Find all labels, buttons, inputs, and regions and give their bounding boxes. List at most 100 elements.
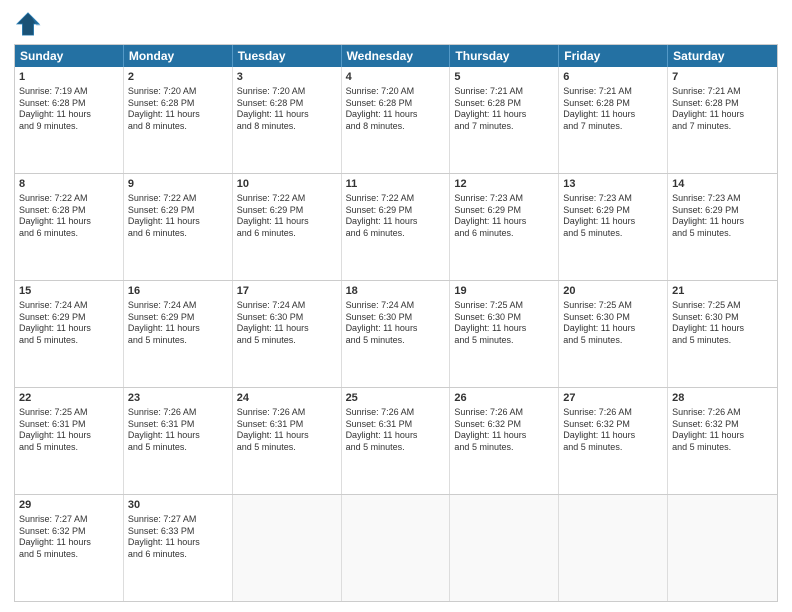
- calendar-cell-10: 10Sunrise: 7:22 AM Sunset: 6:29 PM Dayli…: [233, 174, 342, 280]
- header-day-saturday: Saturday: [668, 45, 777, 67]
- day-number: 22: [19, 391, 119, 406]
- day-number: 17: [237, 284, 337, 299]
- calendar-cell-19: 19Sunrise: 7:25 AM Sunset: 6:30 PM Dayli…: [450, 281, 559, 387]
- calendar-header: SundayMondayTuesdayWednesdayThursdayFrid…: [15, 45, 777, 67]
- calendar-cell-5: 5Sunrise: 7:21 AM Sunset: 6:28 PM Daylig…: [450, 67, 559, 173]
- day-info: Sunrise: 7:25 AM Sunset: 6:30 PM Dayligh…: [454, 300, 554, 347]
- day-number: 18: [346, 284, 446, 299]
- day-number: 24: [237, 391, 337, 406]
- calendar-cell-3: 3Sunrise: 7:20 AM Sunset: 6:28 PM Daylig…: [233, 67, 342, 173]
- calendar-cell-4: 4Sunrise: 7:20 AM Sunset: 6:28 PM Daylig…: [342, 67, 451, 173]
- header-day-wednesday: Wednesday: [342, 45, 451, 67]
- calendar-row-5: 29Sunrise: 7:27 AM Sunset: 6:32 PM Dayli…: [15, 494, 777, 601]
- calendar-cell-7: 7Sunrise: 7:21 AM Sunset: 6:28 PM Daylig…: [668, 67, 777, 173]
- calendar-cell-empty: [559, 495, 668, 601]
- calendar-row-2: 8Sunrise: 7:22 AM Sunset: 6:28 PM Daylig…: [15, 173, 777, 280]
- day-number: 26: [454, 391, 554, 406]
- day-info: Sunrise: 7:20 AM Sunset: 6:28 PM Dayligh…: [346, 86, 446, 133]
- day-number: 25: [346, 391, 446, 406]
- day-info: Sunrise: 7:21 AM Sunset: 6:28 PM Dayligh…: [672, 86, 773, 133]
- calendar-cell-24: 24Sunrise: 7:26 AM Sunset: 6:31 PM Dayli…: [233, 388, 342, 494]
- page: SundayMondayTuesdayWednesdayThursdayFrid…: [0, 0, 792, 612]
- day-info: Sunrise: 7:27 AM Sunset: 6:32 PM Dayligh…: [19, 514, 119, 561]
- day-number: 20: [563, 284, 663, 299]
- day-info: Sunrise: 7:23 AM Sunset: 6:29 PM Dayligh…: [563, 193, 663, 240]
- day-info: Sunrise: 7:22 AM Sunset: 6:29 PM Dayligh…: [346, 193, 446, 240]
- calendar-cell-empty: [233, 495, 342, 601]
- calendar-cell-6: 6Sunrise: 7:21 AM Sunset: 6:28 PM Daylig…: [559, 67, 668, 173]
- calendar-cell-16: 16Sunrise: 7:24 AM Sunset: 6:29 PM Dayli…: [124, 281, 233, 387]
- day-info: Sunrise: 7:23 AM Sunset: 6:29 PM Dayligh…: [672, 193, 773, 240]
- day-number: 21: [672, 284, 773, 299]
- day-number: 10: [237, 177, 337, 192]
- calendar-cell-18: 18Sunrise: 7:24 AM Sunset: 6:30 PM Dayli…: [342, 281, 451, 387]
- day-number: 3: [237, 70, 337, 85]
- day-number: 19: [454, 284, 554, 299]
- header-day-friday: Friday: [559, 45, 668, 67]
- day-number: 14: [672, 177, 773, 192]
- calendar-cell-2: 2Sunrise: 7:20 AM Sunset: 6:28 PM Daylig…: [124, 67, 233, 173]
- day-info: Sunrise: 7:22 AM Sunset: 6:29 PM Dayligh…: [237, 193, 337, 240]
- calendar-cell-27: 27Sunrise: 7:26 AM Sunset: 6:32 PM Dayli…: [559, 388, 668, 494]
- calendar-cell-9: 9Sunrise: 7:22 AM Sunset: 6:29 PM Daylig…: [124, 174, 233, 280]
- day-info: Sunrise: 7:22 AM Sunset: 6:29 PM Dayligh…: [128, 193, 228, 240]
- calendar-cell-11: 11Sunrise: 7:22 AM Sunset: 6:29 PM Dayli…: [342, 174, 451, 280]
- calendar-cell-28: 28Sunrise: 7:26 AM Sunset: 6:32 PM Dayli…: [668, 388, 777, 494]
- day-number: 12: [454, 177, 554, 192]
- day-info: Sunrise: 7:24 AM Sunset: 6:30 PM Dayligh…: [237, 300, 337, 347]
- day-info: Sunrise: 7:25 AM Sunset: 6:30 PM Dayligh…: [672, 300, 773, 347]
- day-info: Sunrise: 7:26 AM Sunset: 6:31 PM Dayligh…: [128, 407, 228, 454]
- calendar-row-1: 1Sunrise: 7:19 AM Sunset: 6:28 PM Daylig…: [15, 67, 777, 173]
- day-info: Sunrise: 7:19 AM Sunset: 6:28 PM Dayligh…: [19, 86, 119, 133]
- calendar-cell-23: 23Sunrise: 7:26 AM Sunset: 6:31 PM Dayli…: [124, 388, 233, 494]
- header-day-monday: Monday: [124, 45, 233, 67]
- calendar-cell-20: 20Sunrise: 7:25 AM Sunset: 6:30 PM Dayli…: [559, 281, 668, 387]
- day-number: 29: [19, 498, 119, 513]
- day-number: 23: [128, 391, 228, 406]
- day-number: 5: [454, 70, 554, 85]
- header-day-tuesday: Tuesday: [233, 45, 342, 67]
- calendar-cell-17: 17Sunrise: 7:24 AM Sunset: 6:30 PM Dayli…: [233, 281, 342, 387]
- day-info: Sunrise: 7:20 AM Sunset: 6:28 PM Dayligh…: [237, 86, 337, 133]
- calendar: SundayMondayTuesdayWednesdayThursdayFrid…: [14, 44, 778, 602]
- header: [14, 10, 778, 38]
- day-info: Sunrise: 7:26 AM Sunset: 6:31 PM Dayligh…: [346, 407, 446, 454]
- day-number: 27: [563, 391, 663, 406]
- day-number: 1: [19, 70, 119, 85]
- calendar-cell-15: 15Sunrise: 7:24 AM Sunset: 6:29 PM Dayli…: [15, 281, 124, 387]
- calendar-row-4: 22Sunrise: 7:25 AM Sunset: 6:31 PM Dayli…: [15, 387, 777, 494]
- calendar-cell-empty: [668, 495, 777, 601]
- calendar-cell-14: 14Sunrise: 7:23 AM Sunset: 6:29 PM Dayli…: [668, 174, 777, 280]
- day-number: 9: [128, 177, 228, 192]
- logo-icon: [14, 10, 42, 38]
- calendar-cell-29: 29Sunrise: 7:27 AM Sunset: 6:32 PM Dayli…: [15, 495, 124, 601]
- day-info: Sunrise: 7:26 AM Sunset: 6:32 PM Dayligh…: [672, 407, 773, 454]
- day-number: 11: [346, 177, 446, 192]
- calendar-cell-26: 26Sunrise: 7:26 AM Sunset: 6:32 PM Dayli…: [450, 388, 559, 494]
- day-number: 28: [672, 391, 773, 406]
- calendar-cell-25: 25Sunrise: 7:26 AM Sunset: 6:31 PM Dayli…: [342, 388, 451, 494]
- calendar-cell-12: 12Sunrise: 7:23 AM Sunset: 6:29 PM Dayli…: [450, 174, 559, 280]
- day-number: 8: [19, 177, 119, 192]
- day-info: Sunrise: 7:26 AM Sunset: 6:32 PM Dayligh…: [563, 407, 663, 454]
- day-number: 30: [128, 498, 228, 513]
- day-info: Sunrise: 7:24 AM Sunset: 6:29 PM Dayligh…: [128, 300, 228, 347]
- day-number: 16: [128, 284, 228, 299]
- calendar-cell-empty: [342, 495, 451, 601]
- day-info: Sunrise: 7:26 AM Sunset: 6:31 PM Dayligh…: [237, 407, 337, 454]
- header-day-thursday: Thursday: [450, 45, 559, 67]
- calendar-cell-21: 21Sunrise: 7:25 AM Sunset: 6:30 PM Dayli…: [668, 281, 777, 387]
- day-number: 4: [346, 70, 446, 85]
- day-number: 7: [672, 70, 773, 85]
- day-number: 6: [563, 70, 663, 85]
- day-number: 13: [563, 177, 663, 192]
- day-number: 15: [19, 284, 119, 299]
- day-info: Sunrise: 7:21 AM Sunset: 6:28 PM Dayligh…: [454, 86, 554, 133]
- calendar-cell-30: 30Sunrise: 7:27 AM Sunset: 6:33 PM Dayli…: [124, 495, 233, 601]
- calendar-cell-13: 13Sunrise: 7:23 AM Sunset: 6:29 PM Dayli…: [559, 174, 668, 280]
- day-info: Sunrise: 7:25 AM Sunset: 6:31 PM Dayligh…: [19, 407, 119, 454]
- calendar-cell-22: 22Sunrise: 7:25 AM Sunset: 6:31 PM Dayli…: [15, 388, 124, 494]
- header-day-sunday: Sunday: [15, 45, 124, 67]
- day-info: Sunrise: 7:23 AM Sunset: 6:29 PM Dayligh…: [454, 193, 554, 240]
- calendar-row-3: 15 Sunrise: 7:24 AM Sunset: 6:29 PM Dayli…: [15, 280, 777, 387]
